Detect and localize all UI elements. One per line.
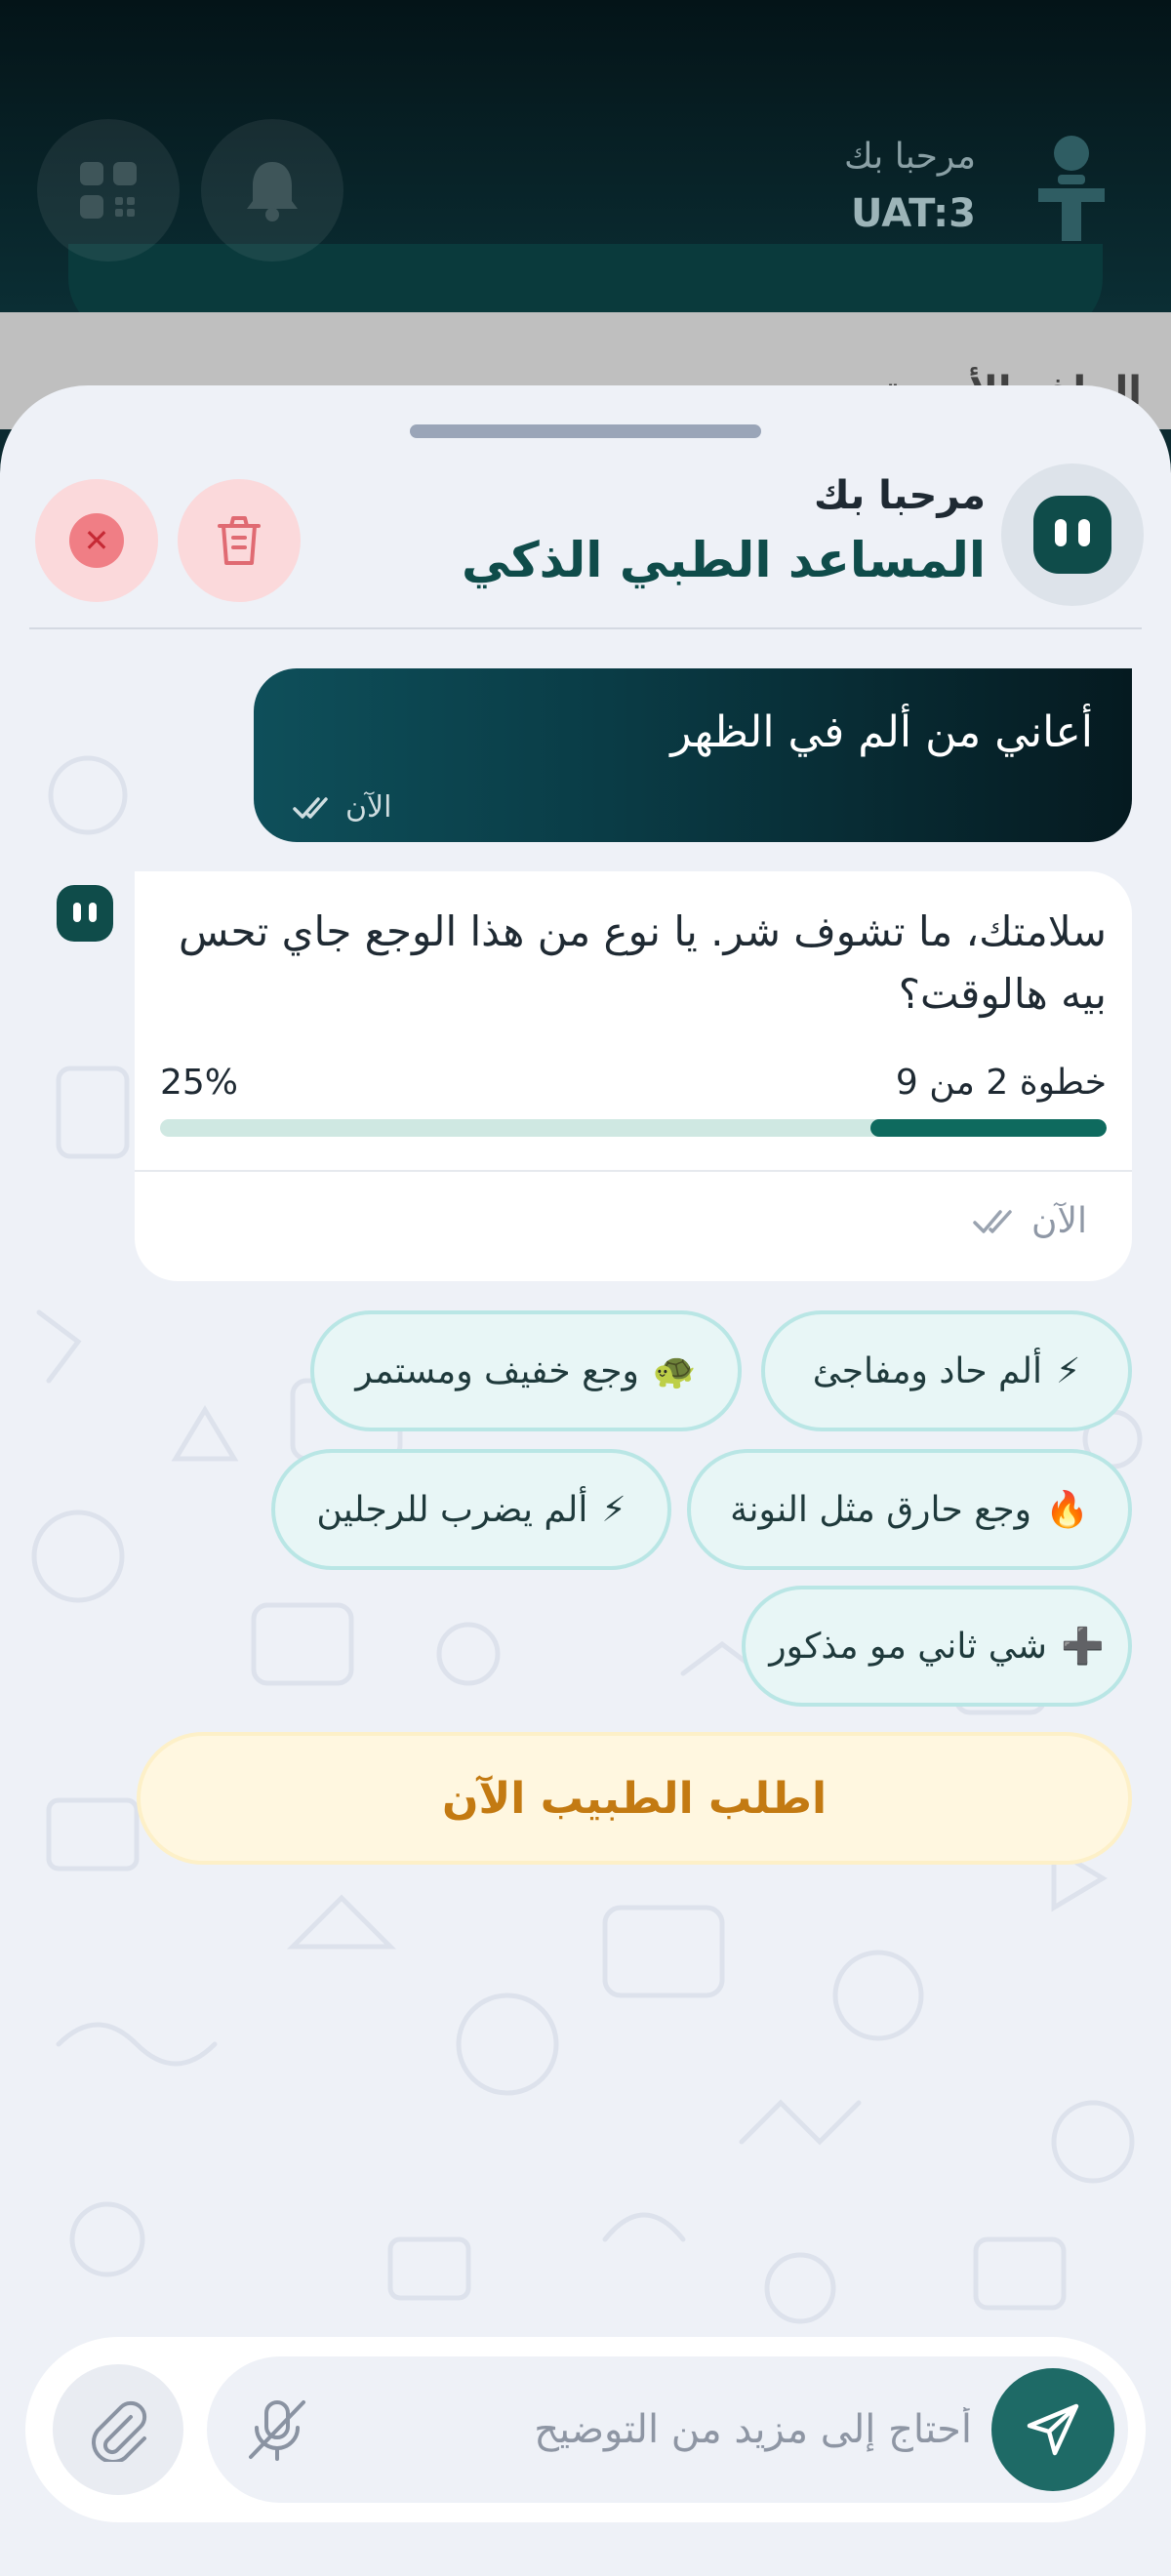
app-header: مرحبا بك UAT:3 [0,0,1171,337]
option-chip-radiating-pain[interactable]: ⚡ ألم يضرب للرجلين [271,1449,671,1570]
assistant-message-card: سلامتك، ما تشوف شر. يا نوع من هذا الوجع … [135,871,1132,1281]
option-chip-burning-pain[interactable]: 🔥 وجع حارق مثل النونة [687,1449,1132,1570]
option-chip-other[interactable]: ➕ شي ثاني مو مذكور [742,1586,1132,1707]
header-divider [29,627,1142,629]
user-avatar-icon [1030,132,1112,253]
bell-icon [247,162,298,221]
step-counter: خطوة 2 من 9 [895,1063,1107,1103]
close-chat-button[interactable]: ✕ [35,479,158,602]
header-user-id: UAT:3 [850,191,976,236]
voice-input-button[interactable] [242,2395,312,2466]
mic-off-icon [249,2400,305,2461]
paperclip-icon [92,2400,147,2462]
fire-icon: 🔥 [1045,1490,1089,1530]
card-divider [135,1170,1132,1172]
close-icon: ✕ [69,513,124,568]
sheet-greeting: مرحبا بك [813,473,986,518]
notifications-button[interactable] [201,119,343,262]
clear-chat-button[interactable] [178,479,301,602]
qr-icon [80,162,137,219]
message-composer [25,2337,1146,2522]
lightning-icon: ⚡ [1055,1350,1081,1391]
send-icon [1027,2403,1079,2456]
header-greeting: مرحبا بك [843,137,976,177]
user-message-text: أعاني من ألم في الظهر [670,707,1093,757]
lightning-icon: ⚡ [601,1489,626,1530]
plus-icon: ➕ [1060,1627,1105,1667]
user-message-bubble: أعاني من ألم في الظهر الآن [254,668,1132,842]
assistant-message-time: الآن [1031,1201,1087,1241]
message-input-container [207,2356,1128,2503]
assistant-message-meta: الآن [973,1201,1087,1241]
option-label: شي ثاني مو مذكور [769,1626,1047,1667]
option-label: ألم حاد ومفاجئ [812,1350,1042,1391]
option-chip-mild-pain[interactable]: 🐢 وجع خفيف ومستمر [310,1310,742,1431]
chat-sheet: مرحبا بك المساعد الطبي الذكي ✕ أعاني من … [0,385,1171,2576]
assistant-message-text: سلامتك، ما تشوف شر. يا نوع من هذا الوجع … [178,907,1107,1018]
option-label: ألم يضرب للرجلين [316,1489,588,1530]
sheet-drag-handle[interactable] [410,424,761,438]
user-message-time: الآن [345,790,392,825]
send-button[interactable] [991,2368,1114,2491]
request-doctor-button[interactable]: اطلب الطبيب الآن [137,1732,1132,1865]
turtle-icon: 🐢 [652,1351,697,1391]
trash-icon [218,516,261,565]
progress-fill [869,1119,1107,1137]
double-check-icon [293,796,328,819]
sheet-title: المساعد الطبي الذكي [461,532,986,588]
progress-bar [160,1119,1107,1137]
robot-icon [1033,496,1111,574]
qr-scan-button[interactable] [37,119,180,262]
option-chip-sharp-pain[interactable]: ⚡ ألم حاد ومفاجئ [761,1310,1132,1431]
message-input[interactable] [324,2395,972,2464]
user-message-meta: الآن [293,790,391,825]
double-check-icon [973,1209,1012,1233]
assistant-mini-avatar [57,885,113,942]
progress-percent: 25% [160,1063,239,1103]
attach-button[interactable] [53,2364,183,2495]
option-label: وجع حارق مثل النونة [730,1489,1032,1530]
assistant-avatar [1001,463,1144,606]
option-label: وجع خفيف ومستمر [355,1350,639,1391]
